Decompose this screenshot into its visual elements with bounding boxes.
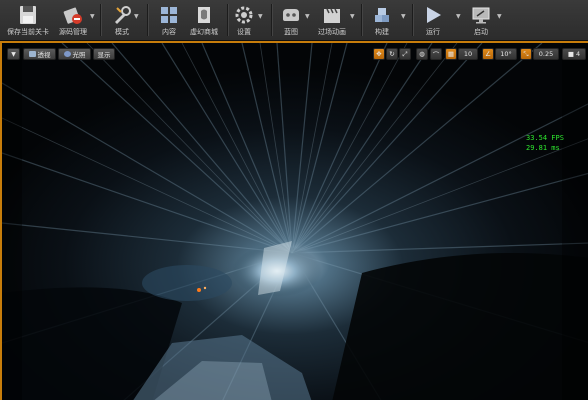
blueprints-label: 蓝图	[284, 28, 298, 36]
globe-icon: ◍	[419, 50, 425, 58]
save-label: 保存当前关卡	[7, 28, 49, 36]
play-triangle-icon	[427, 7, 441, 23]
launch-monitor-icon	[472, 7, 490, 24]
frame-time-readout: 29.81 ms	[526, 144, 560, 152]
toolbar-separator	[271, 4, 272, 36]
rotate-mode-button[interactable]: ↻	[386, 48, 398, 60]
settings-button[interactable]: 设置	[232, 1, 256, 39]
launch-dropdown-icon[interactable]: ▼	[497, 14, 503, 20]
scale-snap-value[interactable]: 0.25	[533, 48, 559, 60]
chevron-down-icon: ▼	[11, 50, 16, 58]
level-viewport[interactable]: ▼ 透视 光照 显示 ✥ ↻ ⤢ ◍ ⌒ ▦ 10 ∠ 10° ⤡ 0.25 ■…	[0, 41, 588, 400]
rotate-icon: ↻	[389, 50, 395, 58]
content-browser-icon	[161, 7, 177, 23]
blueprint-controller-icon	[283, 9, 299, 21]
camera-speed-label: 4	[576, 50, 581, 58]
surface-snap-icon: ⌒	[432, 51, 440, 59]
perspective-icon	[28, 51, 36, 57]
blueprints-dropdown-icon[interactable]: ▼	[305, 14, 311, 20]
build-label: 构建	[375, 28, 389, 36]
grid-snap-value-label: 10	[463, 50, 473, 58]
build-cubes-icon	[375, 8, 389, 22]
grid-snap-toggle[interactable]: ▦	[445, 48, 457, 60]
perspective-button[interactable]: 透视	[23, 48, 56, 60]
play-label: 运行	[426, 28, 440, 36]
coordinate-system-button[interactable]: ◍	[416, 48, 428, 60]
marketplace-label: 虚幻商城	[190, 28, 218, 36]
toolbar-separator	[412, 4, 413, 36]
toolbar-separator	[227, 4, 228, 36]
fps-readout: 33.54 FPS	[526, 134, 564, 142]
camera-icon: ■	[567, 50, 574, 58]
floppy-disk-icon	[20, 6, 36, 24]
settings-dropdown-icon[interactable]: ▼	[258, 14, 264, 20]
blueprints-button[interactable]: 蓝图	[278, 1, 304, 39]
show-label: 显示	[97, 51, 111, 59]
translate-mode-button[interactable]: ✥	[373, 48, 385, 60]
content-label: 内容	[162, 28, 176, 36]
settings-label: 设置	[237, 28, 251, 36]
launch-button[interactable]: 启动	[468, 1, 494, 39]
scale-mode-button[interactable]: ⤢	[399, 48, 411, 60]
marketplace-icon	[198, 7, 210, 23]
source-control-label: 源码管理	[59, 28, 87, 36]
cinematics-dropdown-icon[interactable]: ▼	[350, 14, 356, 20]
modes-label: 模式	[115, 28, 129, 36]
modes-button[interactable]: 模式	[106, 1, 138, 39]
show-flags-button[interactable]: 显示	[93, 48, 115, 60]
settings-gear-icon	[235, 6, 253, 24]
lit-mode-button[interactable]: 光照	[58, 48, 91, 60]
marketplace-button[interactable]: 虚幻商城	[186, 1, 222, 39]
content-browser-button[interactable]: 内容	[155, 1, 183, 39]
rotation-snap-toggle[interactable]: ∠	[482, 48, 494, 60]
fps-stats: 33.54 FPS 29.81 ms	[526, 133, 564, 153]
scale-snap-value-label: 0.25	[538, 50, 554, 58]
source-control-button[interactable]: 源码管理	[55, 1, 91, 39]
source-control-icon	[63, 7, 82, 24]
surface-snap-button[interactable]: ⌒	[430, 48, 442, 60]
save-current-level-button[interactable]: 保存当前关卡	[4, 1, 52, 39]
modes-wrench-icon	[115, 6, 131, 24]
grid-icon: ▦	[447, 50, 455, 58]
move-arrows-icon: ✥	[376, 50, 382, 58]
main-toolbar: 保存当前关卡 源码管理 ▼ 模式 ▼ 内容 虚幻商城 设置 ▼ 蓝图 ▼ 过场动…	[0, 0, 588, 41]
camera-speed-button[interactable]: ■ 4	[562, 48, 586, 60]
rotation-snap-value-label: 10°	[500, 50, 512, 58]
perspective-label: 透视	[37, 51, 51, 59]
build-dropdown-icon[interactable]: ▼	[401, 14, 407, 20]
source-control-dropdown-icon[interactable]: ▼	[90, 14, 96, 20]
cave-scene-render	[2, 43, 588, 400]
launch-label: 启动	[474, 28, 488, 36]
cinematics-button[interactable]: 过场动画	[315, 1, 349, 39]
clapperboard-icon	[324, 8, 340, 23]
play-dropdown-icon[interactable]: ▼	[456, 14, 462, 20]
modes-dropdown-icon[interactable]: ▼	[134, 14, 140, 20]
angle-icon: ∠	[485, 50, 491, 58]
rotation-snap-value[interactable]: 10°	[495, 48, 517, 60]
scale-icon: ⤢	[402, 49, 408, 58]
toolbar-separator	[100, 4, 101, 36]
cinematics-label: 过场动画	[318, 28, 346, 36]
lit-label: 光照	[72, 51, 86, 59]
play-button[interactable]: 运行	[421, 1, 445, 39]
viewport-options-button[interactable]: ▼	[7, 48, 20, 60]
lit-sphere-icon	[63, 51, 71, 57]
toolbar-separator	[361, 4, 362, 36]
scale-snap-toggle[interactable]: ⤡	[520, 48, 532, 60]
grid-snap-value[interactable]: 10	[458, 48, 478, 60]
scale-snap-icon: ⤡	[523, 49, 529, 58]
toolbar-separator	[147, 4, 148, 36]
build-button[interactable]: 构建	[369, 1, 395, 39]
